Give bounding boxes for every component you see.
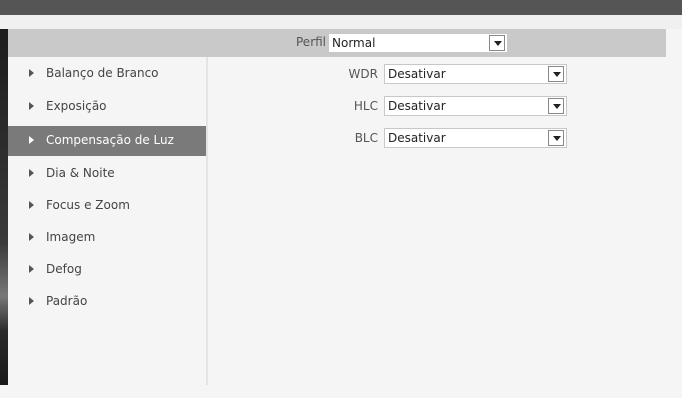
sidebar-item-imagem[interactable]: Imagem bbox=[8, 223, 206, 253]
wdr-label: WDR bbox=[348, 67, 378, 81]
sidebar-item-compensacao-de-luz[interactable]: Compensação de Luz bbox=[8, 126, 206, 156]
caret-right-icon bbox=[29, 136, 34, 144]
caret-right-icon bbox=[29, 265, 34, 273]
caret-right-icon bbox=[29, 201, 34, 209]
sidebar-item-label: Dia & Noite bbox=[46, 166, 115, 180]
hlc-select-value: Desativar bbox=[388, 99, 446, 113]
sidebar-item-padrao[interactable]: Padrão bbox=[8, 287, 206, 317]
profile-select-value: Normal bbox=[332, 36, 376, 50]
blc-select[interactable]: Desativar bbox=[384, 128, 567, 148]
sidebar-item-dia-noite[interactable]: Dia & Noite bbox=[8, 159, 206, 189]
top-spacer bbox=[0, 15, 682, 29]
sidebar-item-label: Imagem bbox=[46, 230, 96, 244]
blc-select-value: Desativar bbox=[388, 131, 446, 145]
sidebar-item-label: Exposição bbox=[46, 99, 107, 113]
sidebar-item-focus-zoom[interactable]: Focus e Zoom bbox=[8, 191, 206, 221]
chevron-down-icon[interactable] bbox=[548, 130, 564, 146]
sidebar-item-label: Focus e Zoom bbox=[46, 198, 130, 212]
caret-right-icon bbox=[29, 169, 34, 177]
profile-label: Perfil bbox=[296, 35, 327, 49]
top-bar bbox=[0, 0, 682, 15]
hlc-label: HLC bbox=[353, 99, 378, 113]
wdr-select[interactable]: Desativar bbox=[384, 64, 567, 84]
blc-label: BLC bbox=[354, 131, 378, 145]
video-preview-edge bbox=[0, 29, 8, 385]
chevron-down-icon[interactable] bbox=[489, 35, 505, 51]
sidebar-item-label: Defog bbox=[46, 262, 82, 276]
sidebar-menu: Balanço de Branco Exposição Compensação … bbox=[8, 57, 208, 398]
chevron-down-icon[interactable] bbox=[548, 66, 564, 82]
caret-right-icon bbox=[29, 297, 34, 305]
caret-right-icon bbox=[29, 69, 34, 77]
caret-right-icon bbox=[29, 102, 34, 110]
profile-bar: Perfil Normal bbox=[8, 29, 666, 57]
hlc-select[interactable]: Desativar bbox=[384, 96, 567, 116]
sidebar-item-balanco-de-branco[interactable]: Balanço de Branco bbox=[8, 59, 206, 89]
caret-right-icon bbox=[29, 233, 34, 241]
profile-select[interactable]: Normal bbox=[328, 33, 508, 53]
sidebar-item-label: Balanço de Branco bbox=[46, 66, 159, 80]
sidebar-item-label: Compensação de Luz bbox=[46, 133, 174, 147]
sidebar-item-defog[interactable]: Defog bbox=[8, 255, 206, 285]
sidebar-item-label: Padrão bbox=[46, 294, 88, 308]
wdr-select-value: Desativar bbox=[388, 67, 446, 81]
chevron-down-icon[interactable] bbox=[548, 98, 564, 114]
sidebar-item-exposicao[interactable]: Exposição bbox=[8, 92, 206, 122]
bottom-spacer bbox=[0, 385, 682, 398]
